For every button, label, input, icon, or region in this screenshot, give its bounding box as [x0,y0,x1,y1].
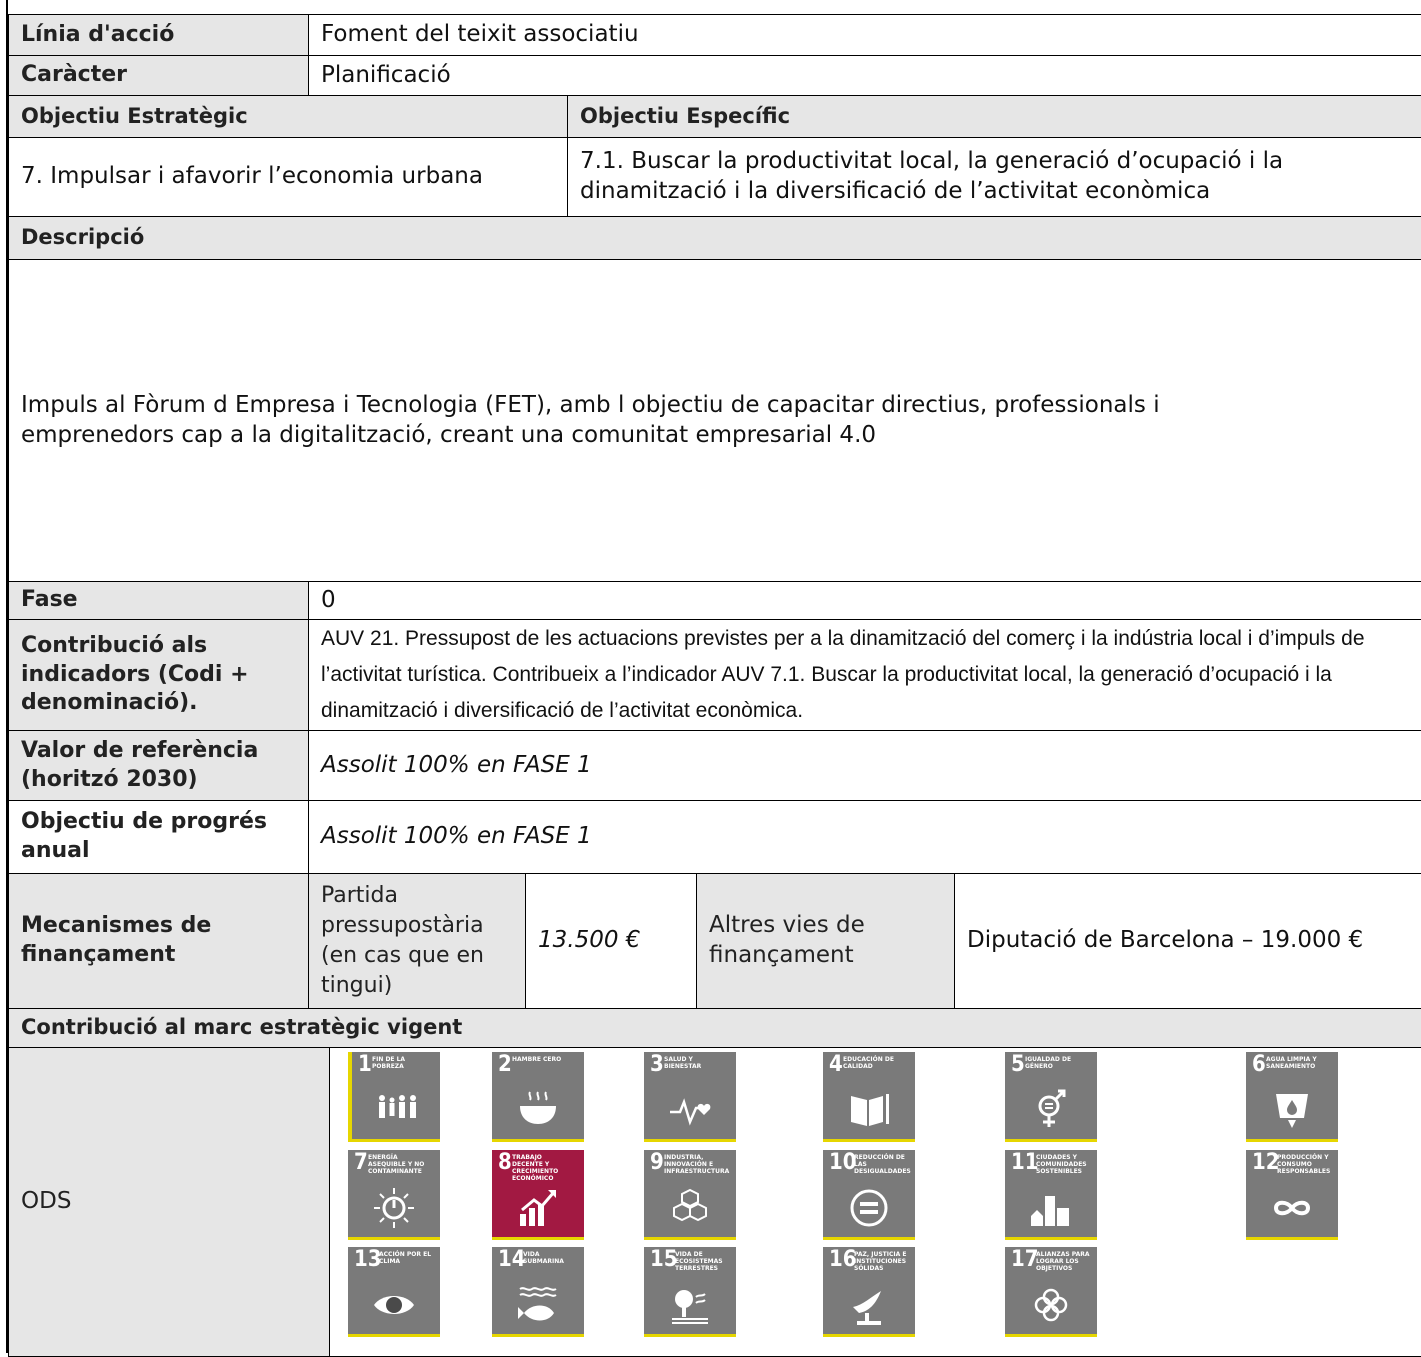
sdg-tile-13: 13 Acción por el clima [348,1247,440,1337]
sdg-grid: 1 Fin de la pobreza 2 Hambre cero 3 Salud y b… [8,0,1421,1353]
sdg-number: 9 [650,1150,664,1175]
sdg-tile-16: 16 Paz, justicia e instituciones sólidas [823,1247,915,1337]
sdg-tile-15: 15 Vida de ecosistemas terrestres [644,1247,736,1337]
action-sheet: Línia d'acció Foment del teixit associat… [6,0,1421,1357]
sdg-title: Alianzas para lograr los objetivos [1036,1251,1090,1272]
sdg-tile-11: 11 Ciudades y comunidades sostenibles [1005,1150,1097,1240]
sdg-tile-3: 3 Salud y bienestar [644,1052,736,1142]
sdg-title: Salud y bienestar [664,1056,702,1070]
sdg-number: 8 [498,1150,512,1175]
sdg-number: 10 [829,1150,857,1175]
sdg-tile-6: 6 Agua limpia y saneamiento [1246,1052,1338,1142]
sdg-tile-14: 14 Vida submarina [492,1247,584,1337]
sdg-title: Reducción de las desigualdades [854,1154,911,1175]
sdg-tile-10: 10 Reducción de las desigualdades [823,1150,915,1240]
sdg-title: Vida de ecosistemas terrestres [675,1251,723,1272]
sdg-number: 3 [650,1052,664,1077]
sdg-number: 14 [498,1247,526,1272]
sdg-number: 1 [358,1052,372,1077]
sdg-number: 16 [829,1247,857,1272]
sdg-title: Agua limpia y saneamiento [1266,1056,1317,1070]
sdg-title: Ciudades y comunidades sostenibles [1036,1154,1087,1175]
sdg-title: Igualdad de género [1025,1056,1072,1070]
sdg-tile-8: 8 Trabajo decente y crecimiento económico [492,1150,584,1240]
sdg-tile-9: 9 Industria, innovación e infraestructura [644,1150,736,1240]
sdg-tile-5: 5 Igualdad de género [1005,1052,1097,1142]
sdg-tile-4: 4 Educación de calidad [823,1052,915,1142]
sdg-title: Industria, innovación e infraestructura [664,1154,730,1175]
sdg-number: 15 [650,1247,678,1272]
sdg-title: Hambre cero [512,1056,562,1063]
sdg-title: Trabajo decente y crecimiento económico [512,1154,559,1182]
sdg-title: Producción y consumo responsables [1277,1154,1331,1175]
sdg-tile-17: 17 Alianzas para lograr los objetivos [1005,1247,1097,1337]
sdg-tile-12: 12 Producción y consumo responsables [1246,1150,1338,1240]
sdg-number: 11 [1011,1150,1039,1175]
sdg-title: Fin de la pobreza [372,1056,406,1070]
sdg-title: Vida submarina [523,1251,564,1265]
sdg-tile-7: 7 Energía asequible y no contaminante [348,1150,440,1240]
sdg-number: 2 [498,1052,512,1077]
sdg-number: 6 [1252,1052,1266,1077]
sdg-title: Energía asequible y no contaminante [368,1154,425,1175]
sdg-title: Acción por el clima [379,1251,432,1265]
sdg-tile-1: 1 Fin de la pobreza [348,1052,440,1142]
sdg-number: 4 [829,1052,843,1077]
sdg-number: 5 [1011,1052,1025,1077]
sdg-title: Educación de calidad [843,1056,894,1070]
sdg-title: Paz, justicia e instituciones sólidas [854,1251,907,1272]
sdg-number: 12 [1252,1150,1280,1175]
sdg-tile-2: 2 Hambre cero [492,1052,584,1142]
sdg-number: 13 [354,1247,382,1272]
sdg-number: 7 [354,1150,368,1175]
sdg-number: 17 [1011,1247,1039,1272]
